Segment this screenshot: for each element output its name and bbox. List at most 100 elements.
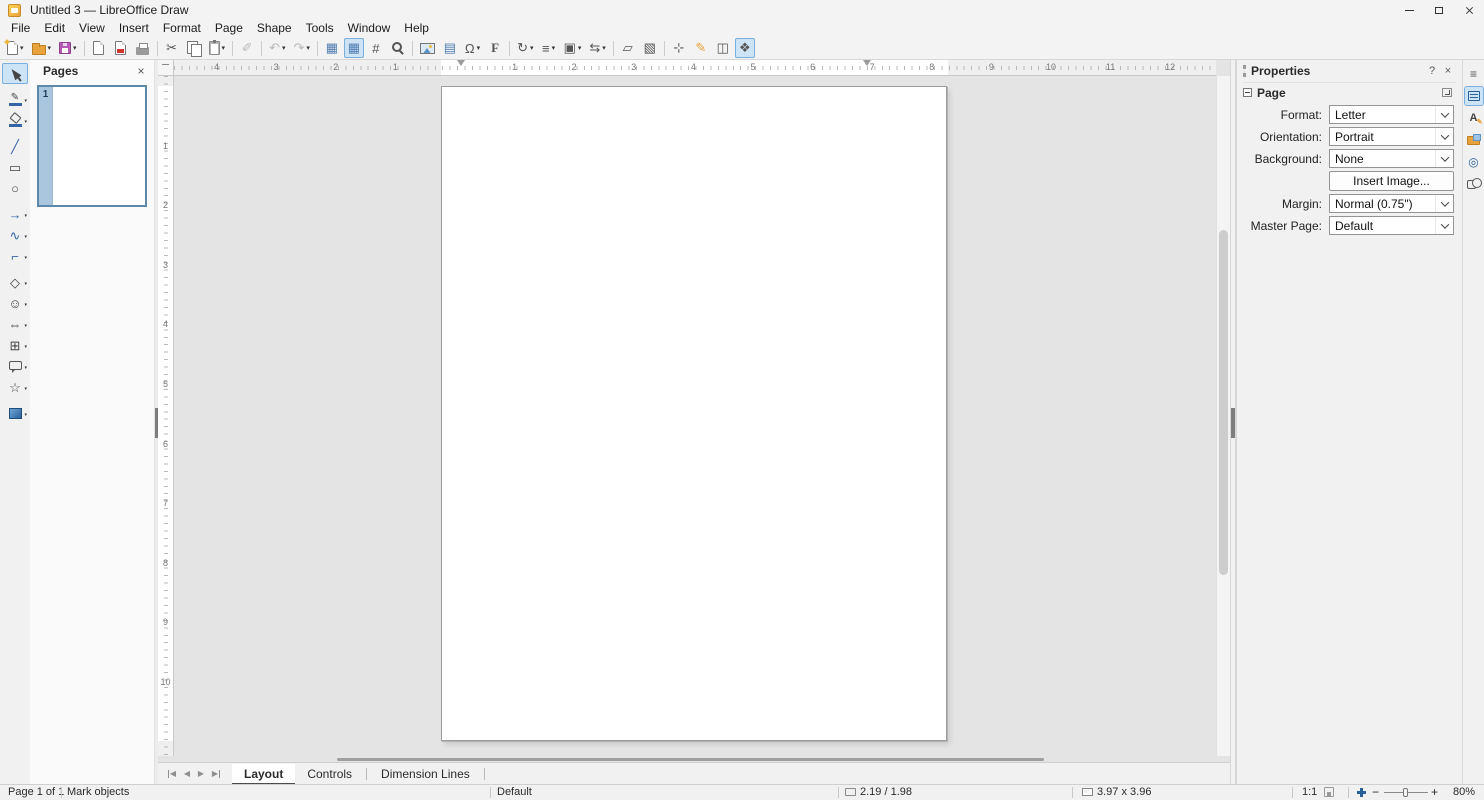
dropdown-chevron-zone[interactable]: [1435, 128, 1453, 145]
symbol-shapes-tool[interactable]: ☺▾: [2, 293, 28, 314]
menu-view[interactable]: View: [72, 20, 112, 37]
minimize-button[interactable]: [1394, 0, 1424, 20]
tab-controls[interactable]: Controls: [295, 764, 364, 785]
pages-panel-close-button[interactable]: ×: [134, 64, 148, 78]
block-arrows-tool[interactable]: ⇔▾: [2, 314, 28, 335]
open-button[interactable]: ▾: [29, 38, 55, 58]
dropdown-chevron-zone[interactable]: [1435, 195, 1453, 212]
open-dropdown-arrow[interactable]: ▾: [48, 44, 52, 52]
redo-button[interactable]: ↷▾: [290, 38, 312, 58]
basic-shapes-tool[interactable]: ◇▾: [2, 272, 28, 293]
menu-file[interactable]: File: [4, 20, 37, 37]
edit-points-button[interactable]: ⊹: [669, 38, 689, 58]
shadow-button[interactable]: ▱: [618, 38, 638, 58]
stars-banners-tool[interactable]: ☆▾: [2, 377, 28, 398]
display-grid-button[interactable]: ▦: [322, 38, 342, 58]
redo-dropdown-arrow[interactable]: ▾: [306, 44, 310, 52]
more-options-icon[interactable]: [1442, 88, 1452, 97]
clone-formatting-button[interactable]: ✐: [237, 38, 257, 58]
export-button[interactable]: [89, 38, 109, 58]
next-page-button[interactable]: ▶: [194, 766, 208, 782]
sidebar-tab-gallery[interactable]: [1464, 130, 1484, 150]
menu-tools[interactable]: Tools: [299, 20, 341, 37]
line-color-tool[interactable]: ✎ ▾: [2, 89, 28, 110]
3d-objects-tool[interactable]: ▾: [2, 403, 28, 424]
fill-color-tool[interactable]: ▾: [2, 110, 28, 131]
connectors-dropdown-arrow[interactable]: ▾: [24, 255, 27, 261]
zoom-slider-handle[interactable]: [1403, 788, 1408, 797]
margin-marker-left[interactable]: [457, 60, 465, 66]
ellipse-tool[interactable]: ○: [2, 178, 28, 199]
tab-dimension-lines[interactable]: Dimension Lines: [369, 764, 482, 785]
special-character-button[interactable]: Ω▾: [462, 38, 483, 58]
last-page-button[interactable]: ▶: [208, 766, 222, 782]
fit-page-button[interactable]: [1357, 785, 1366, 800]
curves-dropdown-arrow[interactable]: ▾: [24, 234, 27, 240]
panel-grip[interactable]: [1243, 65, 1246, 77]
document-modified-indicator[interactable]: [1324, 785, 1334, 800]
master-page-dropdown[interactable]: Default: [1329, 216, 1454, 235]
insert-textbox-button[interactable]: ▤: [440, 38, 460, 58]
dropdown-chevron-zone[interactable]: [1435, 106, 1453, 123]
menu-help[interactable]: Help: [397, 20, 436, 37]
page-indicator[interactable]: Page 1 of 1: [8, 785, 64, 800]
page-thumbnail-selected[interactable]: 1: [37, 85, 147, 207]
flowchart-dropdown-arrow[interactable]: ▾: [24, 344, 27, 350]
select-tool[interactable]: [2, 63, 28, 84]
background-dropdown[interactable]: None: [1329, 149, 1454, 168]
gluepoints-button[interactable]: ✎: [691, 38, 711, 58]
crop-button[interactable]: ▧: [640, 38, 660, 58]
vertical-scrollbar[interactable]: [1216, 76, 1230, 756]
sidebar-settings-button[interactable]: ≡: [1464, 64, 1484, 84]
paste-dropdown-arrow[interactable]: ▾: [222, 44, 226, 52]
v-ruler[interactable]: 12345678910: [158, 76, 174, 756]
save-dropdown-arrow[interactable]: ▾: [73, 44, 77, 52]
vertical-scrollbar-thumb[interactable]: [1219, 230, 1228, 575]
sidebar-tab-properties[interactable]: [1464, 86, 1484, 106]
snap-to-grid-button[interactable]: ▦: [344, 38, 364, 58]
export-pdf-button[interactable]: [111, 38, 131, 58]
3d-objects-dropdown-arrow[interactable]: ▾: [24, 412, 27, 418]
h-ruler[interactable]: 4321123456789101112: [174, 60, 1216, 76]
properties-close-button[interactable]: ×: [1440, 65, 1456, 77]
print-button[interactable]: [133, 38, 153, 58]
align-objects-button[interactable]: ≡▾: [539, 38, 559, 58]
menu-page[interactable]: Page: [208, 20, 250, 37]
sidebar-splitter[interactable]: [1230, 60, 1236, 784]
transformations-dropdown-arrow[interactable]: ▾: [530, 44, 534, 52]
callout-dropdown-arrow[interactable]: ▾: [24, 365, 27, 371]
drawing-page[interactable]: [441, 86, 947, 741]
first-page-button[interactable]: ◀: [166, 766, 180, 782]
lines-arrows-dropdown-arrow[interactable]: ▾: [24, 213, 27, 219]
menu-edit[interactable]: Edit: [37, 20, 72, 37]
rectangle-tool[interactable]: ▭: [2, 157, 28, 178]
menu-format[interactable]: Format: [156, 20, 208, 37]
transformations-button[interactable]: ↻▾: [514, 38, 536, 58]
previous-page-button[interactable]: ◀: [180, 766, 194, 782]
distribute-dropdown-arrow[interactable]: ▾: [602, 44, 606, 52]
new-dropdown-arrow[interactable]: ▾: [20, 44, 24, 52]
canvas-viewport[interactable]: [174, 76, 1216, 756]
cut-button[interactable]: ✂: [162, 38, 182, 58]
collapse-section-icon[interactable]: [1243, 88, 1252, 97]
save-button[interactable]: ▾: [56, 38, 80, 58]
sidebar-tab-shapes[interactable]: [1464, 174, 1484, 194]
copy-button[interactable]: [184, 38, 204, 58]
ruler-origin-corner[interactable]: [158, 60, 174, 76]
distribute-button[interactable]: ⇆▾: [586, 38, 608, 58]
fill-color-dropdown-arrow[interactable]: ▾: [24, 119, 27, 125]
stars-dropdown-arrow[interactable]: ▾: [24, 386, 27, 392]
lines-and-arrows-tool[interactable]: →▾: [2, 204, 28, 225]
zoom-button[interactable]: [388, 38, 408, 58]
menu-shape[interactable]: Shape: [250, 20, 299, 37]
orientation-dropdown[interactable]: Portrait: [1329, 127, 1454, 146]
block-arrows-dropdown-arrow[interactable]: ▾: [24, 323, 27, 329]
helplines-button[interactable]: #: [366, 38, 386, 58]
fontwork-button[interactable]: F: [485, 38, 505, 58]
format-dropdown[interactable]: Letter: [1329, 105, 1454, 124]
dropdown-chevron-zone[interactable]: [1435, 217, 1453, 234]
tab-layout[interactable]: Layout: [232, 764, 295, 785]
zoom-out-button[interactable]: −: [1372, 785, 1379, 800]
insert-image-panel-button[interactable]: Insert Image...: [1329, 171, 1454, 191]
flowchart-tool[interactable]: ⊞▾: [2, 335, 28, 356]
